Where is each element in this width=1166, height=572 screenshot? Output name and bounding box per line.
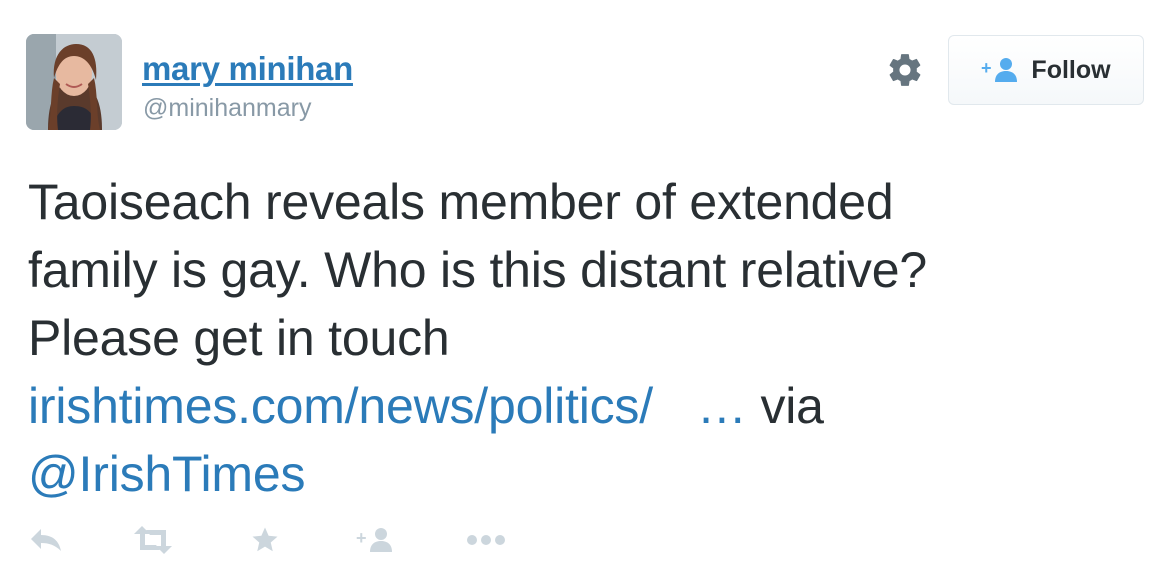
follow-button-label: Follow: [1031, 55, 1111, 84]
reply-button[interactable]: [28, 520, 64, 560]
avatar[interactable]: [26, 34, 122, 130]
more-button[interactable]: [464, 520, 508, 560]
tweet-url-link[interactable]: irishtimes.com/news/politics/ …: [28, 378, 747, 434]
follow-button[interactable]: + Follow: [948, 35, 1144, 105]
tweet-text-line: Taoiseach reveals member of extended: [28, 174, 894, 230]
svg-text:+: +: [981, 58, 992, 78]
add-user-icon: +: [981, 58, 1018, 82]
author-handle[interactable]: @minihanmary: [143, 94, 311, 123]
tweet-text-line: family is gay. Who is this distant relat…: [28, 242, 927, 298]
tweet-text: Taoiseach reveals member of extended fam…: [28, 168, 1138, 508]
follow-action-button[interactable]: +: [354, 520, 398, 560]
author-name-link[interactable]: mary minihan: [142, 50, 353, 88]
via-text: via: [760, 378, 824, 434]
retweet-button[interactable]: [130, 520, 176, 560]
tweet-text-line: @IrishTimes: [28, 440, 1138, 508]
avatar-image: [26, 34, 122, 130]
reply-icon: [31, 529, 61, 551]
tweet-url-ellipsis: …: [696, 378, 747, 434]
svg-text:+: +: [356, 528, 367, 548]
tweet-text-line: irishtimes.com/news/politics/ … via: [28, 372, 1138, 440]
gear-icon: [889, 54, 921, 86]
favorite-button[interactable]: [246, 520, 284, 560]
settings-gear-button[interactable]: [884, 50, 926, 90]
add-user-icon: +: [356, 528, 392, 552]
retweet-icon: [134, 526, 172, 554]
tweet-url-text: irishtimes.com/news/politics/: [28, 378, 653, 434]
mention-link[interactable]: @IrishTimes: [28, 446, 305, 502]
star-icon: [252, 527, 278, 552]
more-icon: [467, 535, 505, 545]
tweet-text-line: Please get in touch: [28, 310, 450, 366]
